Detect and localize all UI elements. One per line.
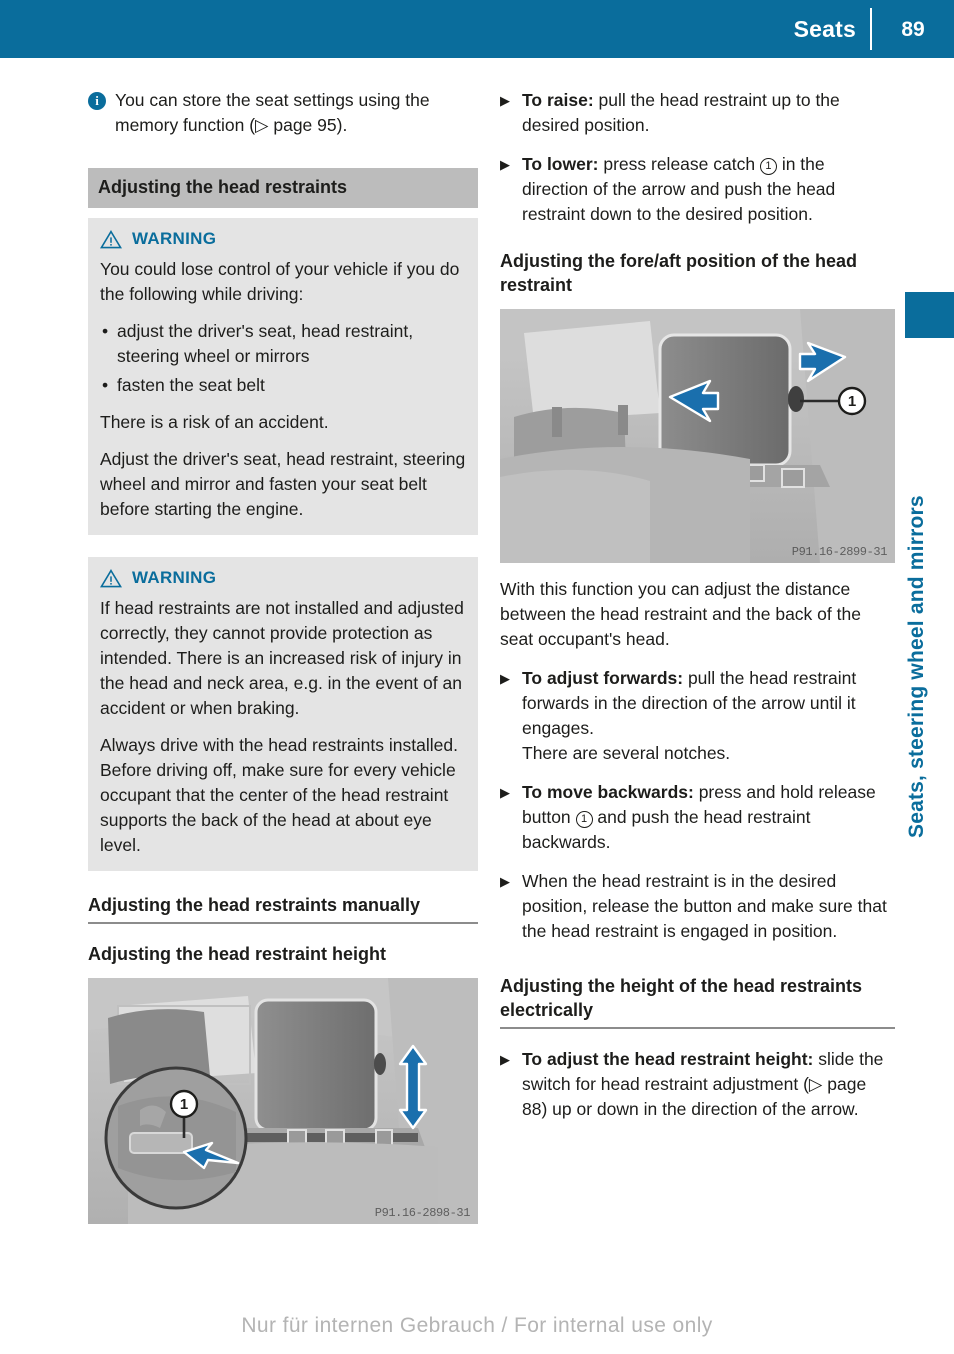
head-restraint-height-photo: 1	[88, 978, 478, 1224]
list-item: fasten the seat belt	[100, 373, 466, 398]
left-column: i You can store the seat settings using …	[88, 88, 478, 1238]
warning-box-head-restraints: WARNING If head restraints are not insta…	[88, 557, 478, 871]
warning-action-text: Adjust the driver's seat, head restraint…	[100, 449, 466, 519]
figure-fore-aft-position: 1 P91.16-2899-31	[500, 309, 895, 563]
step-adjust-forwards: ▶ To adjust forwards: pull the head rest…	[500, 666, 895, 766]
step-bold-label: To adjust forwards:	[522, 668, 684, 688]
step-text: To adjust forwards: pull the head restra…	[522, 666, 895, 766]
side-tab-chapter-label: Seats, steering wheel and mirrors	[905, 495, 928, 838]
head-restraint-fore-aft-photo: 1	[500, 309, 895, 563]
fore-aft-intro-text: With this function you can adjust the di…	[500, 579, 861, 649]
figure-code: P91.16-2899-31	[791, 545, 888, 559]
warning-triangle-icon	[100, 229, 122, 248]
step-to-lower: ▶ To lower: press release catch 1 in the…	[500, 152, 895, 227]
heading-head-restraint-height: Adjusting the head restraint height	[88, 944, 387, 964]
right-column: ▶ To raise: pull the head restraint up t…	[500, 88, 895, 1136]
list-item: adjust the driver's seat, head restraint…	[100, 319, 466, 369]
step-text: To lower: press release catch 1 in the d…	[522, 152, 895, 227]
heading-electric-height: Adjusting the height of the head restrai…	[500, 974, 895, 1029]
step-marker-icon: ▶	[500, 1052, 510, 1067]
step-marker-icon: ▶	[500, 874, 510, 889]
figure-callout-1: 1	[180, 1096, 188, 1113]
warning-header: WARNING	[100, 568, 466, 588]
warning-label: WARNING	[132, 229, 217, 248]
step-marker-icon: ▶	[500, 93, 510, 108]
figure-code: P91.16-2898-31	[374, 1206, 471, 1220]
callout-reference-1: 1	[575, 811, 593, 828]
callout-reference-1: 1	[759, 158, 777, 175]
step-bold-label: To adjust the head restraint height:	[522, 1049, 814, 1069]
step-marker-icon: ▶	[500, 157, 510, 172]
warning-header: WARNING	[100, 229, 466, 249]
figure-callout-1: 1	[848, 393, 856, 410]
step-to-raise: ▶ To raise: pull the head restraint up t…	[500, 88, 895, 138]
info-icon: i	[88, 92, 106, 110]
info-note-text: You can store the seat settings using th…	[115, 90, 430, 135]
step-text: To adjust the head restraint height: sli…	[522, 1047, 895, 1122]
step-text: To move backwards: press and hold releas…	[522, 780, 895, 855]
warning-bullet-list: adjust the driver's seat, head restraint…	[100, 319, 466, 398]
step-release-and-verify: ▶ When the head restraint is in the desi…	[500, 869, 895, 944]
warning-intro-text: You could lose control of your vehicle i…	[100, 259, 460, 304]
warning-paragraph: If head restraints are not installed and…	[100, 598, 464, 718]
page-number: 89	[901, 17, 925, 41]
warning-triangle-icon	[100, 568, 122, 587]
step-text: To raise: pull the head restraint up to …	[522, 88, 895, 138]
warning-label: WARNING	[132, 568, 217, 587]
warning-paragraph: Always drive with the head restraints in…	[100, 735, 458, 855]
page-title: Seats	[793, 15, 856, 42]
footer-watermark: Nur für internen Gebrauch / For internal…	[241, 1314, 713, 1337]
step-marker-icon: ▶	[500, 671, 510, 686]
warning-box-driving: WARNING You could lose control of your v…	[88, 218, 478, 535]
step-bold-label: To move backwards:	[522, 782, 694, 802]
step-marker-icon: ▶	[500, 785, 510, 800]
step-subtext: There are several notches.	[522, 743, 731, 763]
section-heading-adjusting-head-restraints: Adjusting the head restraints	[88, 168, 478, 208]
heading-fore-aft-position: Adjusting the fore/aft position of the h…	[500, 251, 857, 295]
step-text: When the head restraint is in the desire…	[522, 871, 887, 941]
step-move-backwards: ▶ To move backwards: press and hold rele…	[500, 780, 895, 855]
figure-head-restraint-height: 1 P91.16-2898-31	[88, 978, 478, 1224]
step-adjust-height-electrically: ▶ To adjust the head restraint height: s…	[500, 1047, 895, 1122]
info-note: i You can store the seat settings using …	[88, 88, 478, 138]
step-rest-before: press release catch	[598, 154, 760, 174]
side-tab-marker	[905, 292, 954, 338]
step-bold-label: To raise:	[522, 90, 594, 110]
heading-adjusting-manually: Adjusting the head restraints manually	[88, 893, 478, 924]
page-header: Seats 89	[0, 0, 954, 58]
step-bold-label: To lower:	[522, 154, 599, 174]
warning-risk-text: There is a risk of an accident.	[100, 412, 329, 432]
